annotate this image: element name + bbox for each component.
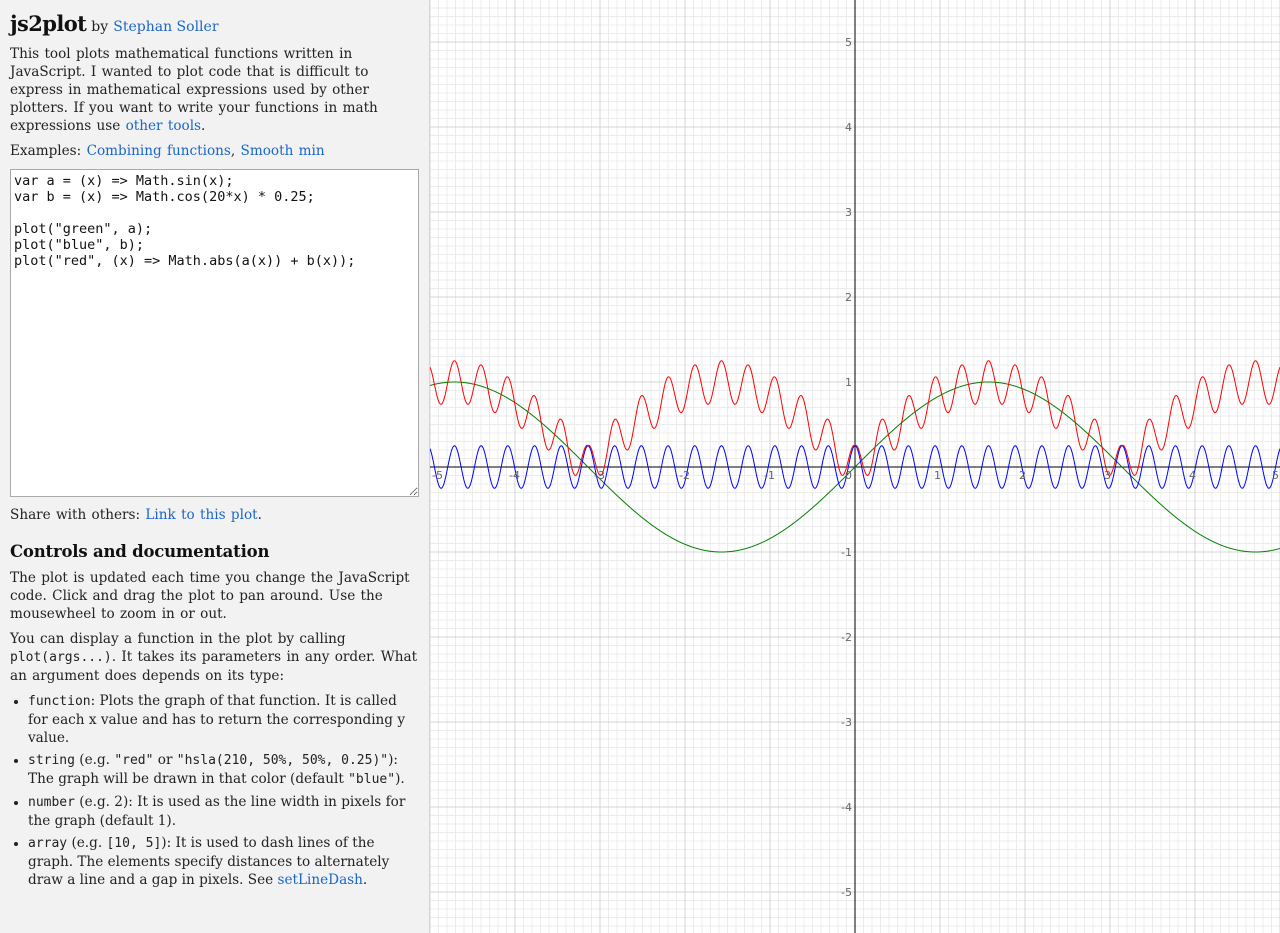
doc-item-code: string [28,753,75,768]
share-end: . [257,507,262,523]
doc-item-text: . [362,872,368,888]
share-label: Share with others: [10,507,141,523]
examples-separator: , [230,143,236,159]
example-smooth-min-link[interactable]: Smooth min [241,143,325,159]
x-tick-label: -2 [679,469,690,482]
docs-paragraph-plot: You can display a function in the plot b… [10,630,419,685]
code-editor[interactable] [10,169,419,497]
y-tick-label: 4 [845,121,852,134]
doc-item-string: string (e.g. "red" or "hsla(210, 50%, 50… [28,751,419,789]
doc-item-code: "hsla(210, 50%, 50%, 0.25)" [176,753,389,768]
x-tick-label: 2 [1019,469,1026,482]
docs-para2-a: You can display a function in the plot b… [10,631,346,647]
y-tick-label: 5 [845,36,852,49]
intro-end: . [201,118,206,134]
x-tick-label: -1 [764,469,775,482]
docs-heading: Controls and documentation [10,542,270,561]
doc-item-code: "blue" [348,772,396,787]
doc-item-code: [10, 5] [106,836,162,851]
documentation: Controls and documentation The plot is u… [10,542,419,889]
y-tick-label: -3 [841,716,852,729]
plot-area[interactable]: -5 -4 -3 -2 -1 0 1 2 3 4 5 -5 -4 -3 -2 -1 1 2 3 4 5 [430,0,1280,933]
doc-item-text: ). [395,771,405,787]
y-tick-label: -2 [841,631,852,644]
y-tick-label: -4 [841,801,852,814]
share-line: Share with others: Link to this plot. [10,506,419,524]
doc-item-text: (e.g. [67,835,107,851]
doc-item-text: (e.g. [74,752,115,768]
setlinedash-link[interactable]: setLineDash [278,872,363,888]
examples-line: Examples: Combining functions, Smooth mi… [10,142,419,160]
doc-item-code: "red" [114,753,154,768]
doc-item-number: number (e.g. 2): It is used as the line … [28,793,419,830]
examples-label: Examples: [10,143,82,159]
title-row: js2plot by Stephan Soller [10,11,419,39]
example-combining-functions-link[interactable]: Combining functions [87,143,231,159]
x-tick-label: 5 [1272,469,1279,482]
x-tick-label: -4 [509,469,520,482]
x-tick-label: 1 [934,469,941,482]
y-tick-label: 3 [845,206,852,219]
x-tick-label: -5 [432,469,443,482]
doc-item-function: function: Plots the graph of that functi… [28,692,419,747]
plot-canvas[interactable]: -5 -4 -3 -2 -1 0 1 2 3 4 5 -5 -4 -3 -2 -1 1 2 3 4 5 [430,0,1280,933]
app-title: js2plot [10,11,87,36]
intro-paragraph: This tool plots mathematical functions w… [10,45,419,135]
doc-item-code: array [28,836,68,851]
sidebar: js2plot by Stephan Soller This tool plot… [0,0,430,933]
x-tick-label: -3 [594,469,605,482]
doc-item-code: function [28,694,91,709]
other-tools-link[interactable]: other tools [126,118,201,134]
docs-paragraph-controls: The plot is updated each time you change… [10,570,410,622]
doc-item-text: (e.g. 2): It is used as the line width i… [28,794,406,829]
x-tick-label: 3 [1104,469,1111,482]
x-tick-label: 0 [845,469,852,482]
doc-item-array: array (e.g. [10, 5]): It is used to dash… [28,834,419,889]
docs-plot-code: plot(args...) [10,650,112,665]
author-link[interactable]: Stephan Soller [113,19,218,35]
y-tick-label: -5 [841,886,852,899]
argument-type-list: function: Plots the graph of that functi… [10,692,419,889]
link-to-plot[interactable]: Link to this plot [145,507,257,523]
by-label: by [91,19,109,35]
doc-item-code: number [28,795,75,810]
y-tick-label: 2 [845,291,852,304]
y-tick-label: 1 [845,376,852,389]
y-tick-label: -1 [841,546,852,559]
x-tick-label: 4 [1189,469,1196,482]
doc-item-text: or [153,752,177,768]
